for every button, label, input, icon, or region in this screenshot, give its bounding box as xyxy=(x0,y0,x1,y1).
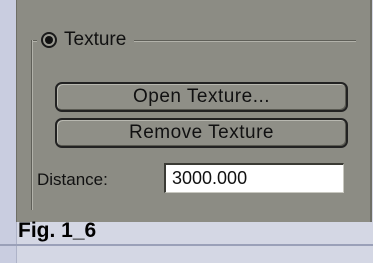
window-frame: Texture Open Texture... Remove Texture D… xyxy=(0,0,373,263)
texture-radio-button[interactable] xyxy=(41,32,57,48)
open-texture-button[interactable]: Open Texture... xyxy=(55,82,348,112)
group-box-left-border xyxy=(31,40,33,210)
figure-caption: Fig. 1_6 xyxy=(18,219,97,242)
texture-panel: Texture Open Texture... Remove Texture D… xyxy=(16,0,372,222)
bottom-divider xyxy=(0,244,373,246)
texture-group-legend[interactable]: Texture xyxy=(37,26,135,54)
radio-selected-dot xyxy=(45,36,53,44)
texture-radio-label: Texture xyxy=(64,29,127,50)
distance-input[interactable]: 3000.000 xyxy=(164,163,344,193)
distance-label: Distance: xyxy=(37,170,108,189)
remove-texture-button[interactable]: Remove Texture xyxy=(55,118,348,148)
left-border xyxy=(0,0,17,263)
